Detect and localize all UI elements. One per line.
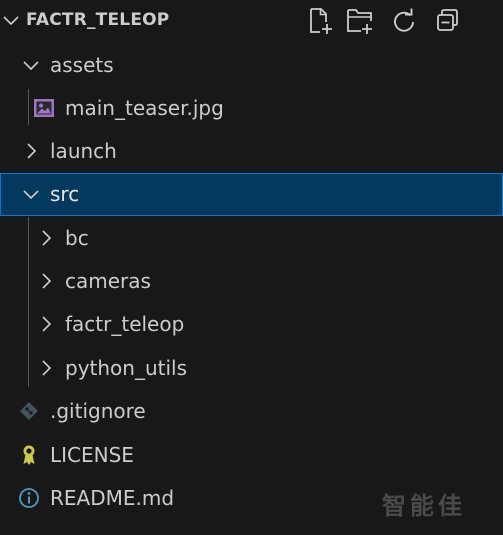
watermark-logo: 智能佳 — [382, 492, 466, 520]
image-icon — [33, 97, 55, 119]
chevron-right-icon[interactable] — [21, 141, 41, 161]
tree-item-label: .gitignore — [50, 399, 146, 423]
tree-item-main-teaser-jpg[interactable]: main_teaser.jpg — [0, 87, 503, 130]
chevron-down-icon[interactable] — [1, 10, 21, 30]
tree-item-launch[interactable]: launch — [0, 130, 503, 173]
tree-item-src[interactable]: src — [0, 173, 503, 216]
refresh-icon[interactable] — [389, 6, 419, 36]
tree-item-label: factr_teleop — [65, 312, 185, 336]
tree-item-label: bc — [65, 226, 89, 250]
tree-item-cameras[interactable]: cameras — [0, 260, 503, 303]
license-icon — [18, 444, 40, 466]
tree-item-factr-teleop[interactable]: factr_teleop — [0, 303, 503, 346]
tree-item-label: launch — [50, 139, 117, 163]
tree-item-label: python_utils — [65, 356, 188, 380]
section-title: FACTR_TELEOP — [26, 10, 170, 30]
tree-item-label: assets — [50, 53, 114, 77]
chevron-right-icon[interactable] — [36, 358, 56, 378]
git-icon — [18, 400, 40, 422]
tree-item-assets[interactable]: assets — [0, 44, 503, 87]
tree-item-label: cameras — [65, 269, 151, 293]
tree-item-label: README.md — [50, 486, 175, 510]
chevron-right-icon[interactable] — [36, 228, 56, 248]
info-icon — [18, 487, 40, 509]
chevron-down-icon[interactable] — [21, 55, 41, 75]
new-folder-icon[interactable] — [345, 6, 375, 36]
collapse-all-icon[interactable] — [433, 6, 463, 36]
tree-item-license[interactable]: LICENSE — [0, 434, 503, 477]
tree-item-python-utils[interactable]: python_utils — [0, 347, 503, 390]
file-explorer: FACTR_TELEOP assets main_teaser.jpg laun… — [0, 0, 503, 535]
chevron-down-icon[interactable] — [21, 184, 41, 204]
new-file-icon[interactable] — [305, 6, 335, 36]
tree-item-label: main_teaser.jpg — [65, 96, 224, 120]
tree-item-gitignore[interactable]: .gitignore — [0, 390, 503, 433]
tree-item-bc[interactable]: bc — [0, 217, 503, 260]
tree-item-label: src — [50, 182, 80, 206]
tree-item-label: LICENSE — [50, 443, 134, 467]
chevron-right-icon[interactable] — [36, 271, 56, 291]
explorer-section-header[interactable]: FACTR_TELEOP — [0, 0, 503, 42]
chevron-right-icon[interactable] — [36, 314, 56, 334]
